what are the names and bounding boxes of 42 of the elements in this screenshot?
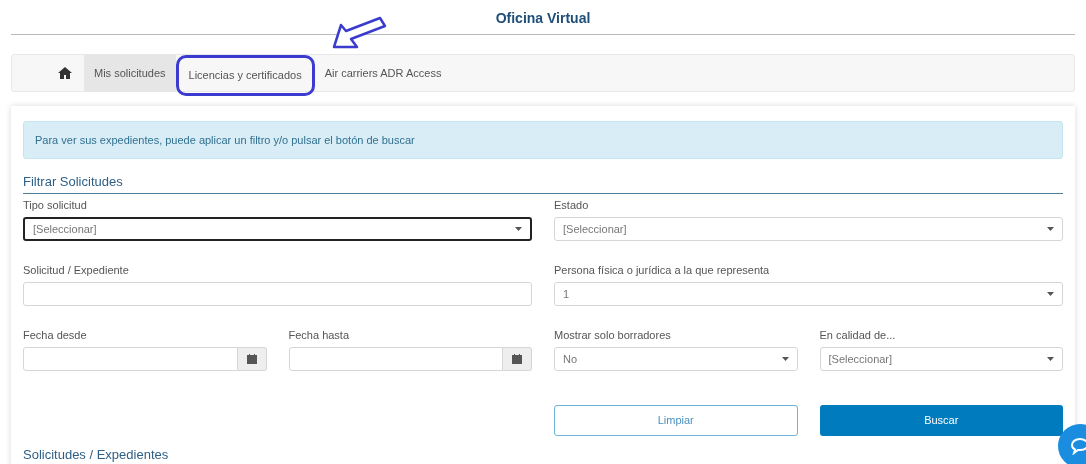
- date-field[interactable]: [288, 347, 503, 371]
- calendar-button[interactable]: [237, 347, 267, 371]
- input-field[interactable]: [23, 282, 532, 306]
- nav-tab[interactable]: Air carriers ADR Access: [314, 55, 452, 91]
- select-field[interactable]: [Seleccionar]: [23, 217, 532, 241]
- select-value: [Seleccionar]: [33, 221, 97, 237]
- caret-icon: [1047, 292, 1054, 296]
- section-title: Solicitudes / Expedientes: [23, 447, 169, 462]
- nav-tab[interactable]: Licencias y certificados: [175, 55, 315, 96]
- select-field[interactable]: [Seleccionar]: [554, 217, 1063, 241]
- clear-button[interactable]: Limpiar: [554, 405, 798, 436]
- chat-icon: [1070, 437, 1086, 455]
- caret-icon: [515, 227, 522, 231]
- select-value: [Seleccionar]: [828, 351, 893, 367]
- select-field[interactable]: 1: [554, 282, 1063, 306]
- select-value: 1: [563, 286, 570, 302]
- alert-text: Para ver sus expedientes, puede aplicar un filtro y/o pulsar el botón de buscar: [35, 132, 415, 148]
- home-icon: [58, 67, 72, 79]
- field-label: Tipo solicitud: [23, 198, 88, 212]
- caret-icon: [1047, 227, 1054, 231]
- page-title: Oficina Virtual: [495, 10, 591, 26]
- calendar-icon: [512, 354, 522, 364]
- field-label: Fecha desde: [23, 328, 88, 342]
- select-value: [Seleccionar]: [563, 221, 627, 237]
- arrow-icon: [331, 16, 387, 50]
- calendar-button[interactable]: [503, 347, 532, 371]
- field-label: Estado: [554, 198, 590, 212]
- select-field[interactable]: No: [554, 347, 798, 371]
- field-label: Solicitud / Expediente: [23, 263, 130, 277]
- field-label: Fecha hasta: [288, 328, 351, 342]
- field-label: Persona física o jurídica a la que representa: [554, 263, 771, 277]
- caret-icon: [1047, 357, 1054, 361]
- search-button[interactable]: Buscar: [819, 405, 1063, 436]
- section-title: Filtrar Solicitudes: [23, 174, 123, 189]
- calendar-icon: [246, 354, 257, 364]
- field-label: En calidad de...: [819, 328, 897, 342]
- select-value: No: [563, 351, 578, 367]
- date-field[interactable]: [23, 347, 238, 371]
- field-label: Mostrar solo borradores: [554, 328, 672, 342]
- select-field[interactable]: [Seleccionar]: [819, 347, 1063, 371]
- nav-tab[interactable]: Mis solicitudes: [84, 55, 176, 91]
- caret-icon: [781, 357, 789, 361]
